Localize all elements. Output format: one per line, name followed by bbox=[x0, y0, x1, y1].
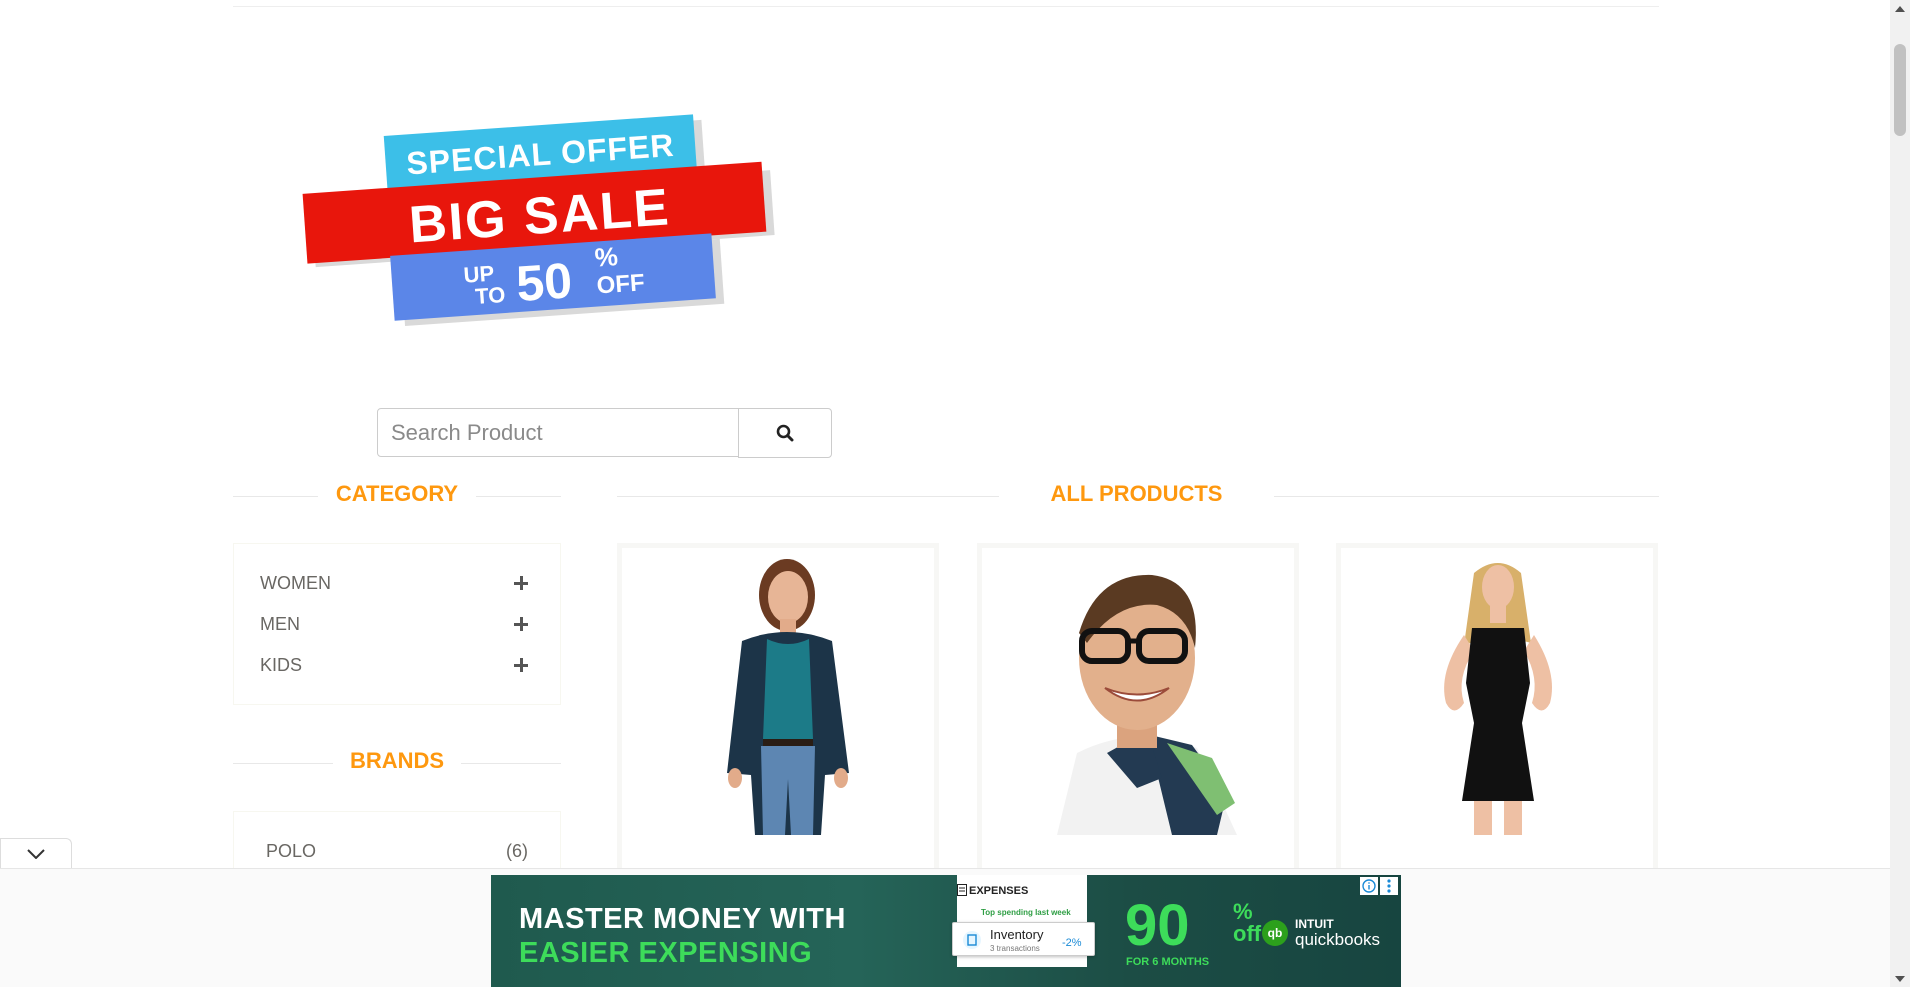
plus-icon[interactable] bbox=[514, 576, 528, 590]
product-image-woman-black-dress[interactable] bbox=[1346, 553, 1648, 835]
plus-icon[interactable] bbox=[514, 617, 528, 631]
product-image-man-glasses[interactable] bbox=[987, 553, 1289, 835]
scrollbar-thumb[interactable] bbox=[1894, 44, 1906, 136]
ad-offer-number: 90 bbox=[1125, 893, 1190, 958]
chevron-down-icon bbox=[27, 848, 45, 859]
ad-inventory-card: Inventory 3 transactions -2% bbox=[952, 922, 1095, 956]
search-button[interactable] bbox=[738, 408, 832, 458]
product-card[interactable] bbox=[1336, 543, 1658, 873]
search-input[interactable] bbox=[377, 408, 739, 457]
ad-card-title: EXPENSES bbox=[969, 885, 1029, 897]
banner-to: TO bbox=[474, 282, 506, 309]
category-title-line-left bbox=[233, 496, 318, 497]
product-card[interactable] bbox=[617, 543, 939, 873]
category-item-kids[interactable]: KIDS bbox=[260, 655, 302, 676]
ad-brand-quickbooks: quickbooks bbox=[1295, 930, 1381, 949]
top-divider bbox=[233, 6, 1659, 7]
scroll-down-arrow-icon[interactable] bbox=[1890, 970, 1910, 987]
products-title-line-right bbox=[1274, 496, 1659, 497]
ad-inventory-title: Inventory bbox=[990, 927, 1044, 942]
ad-info-icon[interactable] bbox=[1360, 877, 1378, 895]
quickbooks-logo-icon: qb bbox=[1262, 920, 1288, 946]
products-title-line-left bbox=[617, 496, 999, 497]
ad-collapse-button[interactable] bbox=[0, 838, 72, 868]
products-title: ALL PRODUCTS bbox=[1050, 481, 1223, 506]
category-item-women[interactable]: WOMEN bbox=[260, 573, 331, 594]
category-panel: WOMEN MEN KIDS bbox=[233, 543, 561, 705]
inventory-icon bbox=[963, 931, 981, 949]
brand-count: (6) bbox=[506, 841, 528, 861]
banner-sym: % bbox=[594, 241, 619, 273]
brands-title-line-right bbox=[461, 763, 561, 764]
ad-brand-intuit: INTUIT bbox=[1295, 917, 1334, 931]
sale-banner[interactable]: SPECIAL OFFER BIG SALE UP TO 50 % OFF bbox=[300, 105, 790, 335]
scroll-up-arrow-icon[interactable] bbox=[1890, 0, 1910, 17]
brands-panel: POLO (6) bbox=[233, 811, 561, 871]
ad-offer-off: off bbox=[1233, 921, 1262, 946]
banner-pct: 50 bbox=[514, 252, 573, 312]
product-image-woman-casual[interactable] bbox=[627, 553, 929, 835]
ad-inventory-percent: -2% bbox=[1062, 937, 1082, 949]
banner-off: OFF bbox=[596, 269, 646, 299]
ad-card-subtitle: Top spending last week bbox=[981, 908, 1071, 917]
category-title-line-right bbox=[476, 496, 561, 497]
plus-icon[interactable] bbox=[514, 658, 528, 672]
brands-title: BRANDS bbox=[349, 748, 445, 773]
ad-offer-months: FOR 6 MONTHS bbox=[1126, 956, 1210, 968]
category-item-men[interactable]: MEN bbox=[260, 614, 300, 635]
ad-headline-line2: EASIER EXPENSING bbox=[519, 937, 813, 969]
search-icon bbox=[776, 424, 794, 442]
advertisement-banner[interactable]: MASTER MONEY WITH EASIER EXPENSING EXPEN… bbox=[491, 875, 1401, 987]
category-title: CATEGORY bbox=[335, 481, 459, 506]
vertical-scrollbar[interactable] bbox=[1890, 0, 1910, 987]
brand-item-polo[interactable]: POLO bbox=[266, 841, 316, 862]
product-card[interactable] bbox=[977, 543, 1299, 873]
ad-offer-symbol: % bbox=[1233, 899, 1253, 924]
ad-menu-icon[interactable] bbox=[1380, 877, 1398, 895]
document-icon bbox=[957, 884, 967, 896]
brands-title-line-left bbox=[233, 763, 333, 764]
ad-headline-line1: MASTER MONEY WITH bbox=[519, 903, 846, 935]
ad-inventory-subtitle: 3 transactions bbox=[990, 944, 1040, 953]
